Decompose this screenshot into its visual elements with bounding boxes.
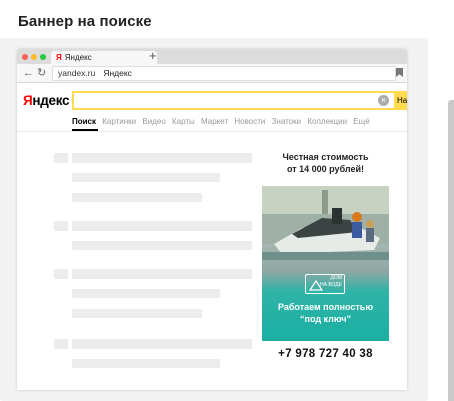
result-line-placeholder xyxy=(72,173,220,182)
reload-icon: ↻ xyxy=(37,67,47,79)
ad-headline: Честная стоимость от 14 000 рублей! xyxy=(282,152,369,174)
tab-label: Яндекс xyxy=(64,53,92,62)
scrollbar[interactable] xyxy=(448,100,454,401)
ad-banner: Честная стоимость от 14 000 рублей! ДОМ … xyxy=(262,151,389,360)
result-line-placeholder xyxy=(72,193,202,202)
result-favicon-placeholder xyxy=(54,269,68,279)
tab-market: Маркет xyxy=(201,117,229,126)
result-line-placeholder xyxy=(72,339,252,349)
back-arrow-icon: ← xyxy=(23,67,34,79)
header-divider xyxy=(17,131,407,132)
browser-mockup: Я Яндекс + ← ↻ yandex.ru Яндекс Яндекс × Н… xyxy=(17,49,407,390)
ad-image: ДОМ НА ВОДЕ Работаем полностью “под ключ… xyxy=(262,186,389,341)
result-line-placeholder xyxy=(72,269,252,279)
ad-slogan: Работаем полностью “под ключ” xyxy=(277,302,374,324)
result-line-placeholder xyxy=(72,359,220,368)
clear-search-icon: × xyxy=(378,95,389,106)
tab-more: Ещё xyxy=(353,117,370,126)
url-host: yandex.ru xyxy=(58,68,96,78)
address-bar: ← ↻ yandex.ru Яндекс xyxy=(17,64,407,83)
result-favicon-placeholder xyxy=(54,221,68,231)
house-logo-icon xyxy=(309,279,323,291)
tab-experts: Знатоки xyxy=(271,117,302,126)
maximize-window-dot xyxy=(40,54,46,60)
result-line-placeholder xyxy=(72,153,252,163)
ad-logo: ДОМ НА ВОДЕ xyxy=(305,274,345,294)
url-title: Яндекс xyxy=(103,68,132,78)
result-line-placeholder xyxy=(72,309,202,318)
new-tab-icon: + xyxy=(149,49,157,63)
yandex-logo: Яндекс xyxy=(23,93,70,108)
result-favicon-placeholder xyxy=(54,339,68,349)
tab-collections: Коллекции xyxy=(307,117,348,126)
tab-maps: Карты xyxy=(172,117,195,126)
tab-news: Новости xyxy=(234,117,266,126)
ad-phone: +7 978 727 40 38 xyxy=(278,348,373,360)
search-button: На xyxy=(394,91,407,110)
tab-bar: Я Яндекс + xyxy=(17,49,407,64)
tab-images: Картинки xyxy=(102,117,137,126)
result-favicon-placeholder xyxy=(54,153,68,163)
minimize-window-dot xyxy=(31,54,37,60)
close-window-dot xyxy=(22,54,28,60)
result-line-placeholder xyxy=(72,241,252,250)
bookmark-icon xyxy=(396,68,403,77)
search-input: × xyxy=(72,91,396,110)
yandex-favicon-icon: Я xyxy=(56,53,62,62)
tab-video: Видео xyxy=(142,117,166,126)
result-line-placeholder xyxy=(72,289,220,298)
browser-tab: Я Яндекс xyxy=(51,51,157,64)
url-field: yandex.ru Яндекс xyxy=(52,66,396,81)
search-tabs: Поиск Картинки Видео Карты Маркет Новост… xyxy=(72,117,374,126)
result-line-placeholder xyxy=(72,221,252,231)
tab-search: Поиск xyxy=(72,117,97,126)
page-title: Баннер на поиске xyxy=(18,13,152,30)
